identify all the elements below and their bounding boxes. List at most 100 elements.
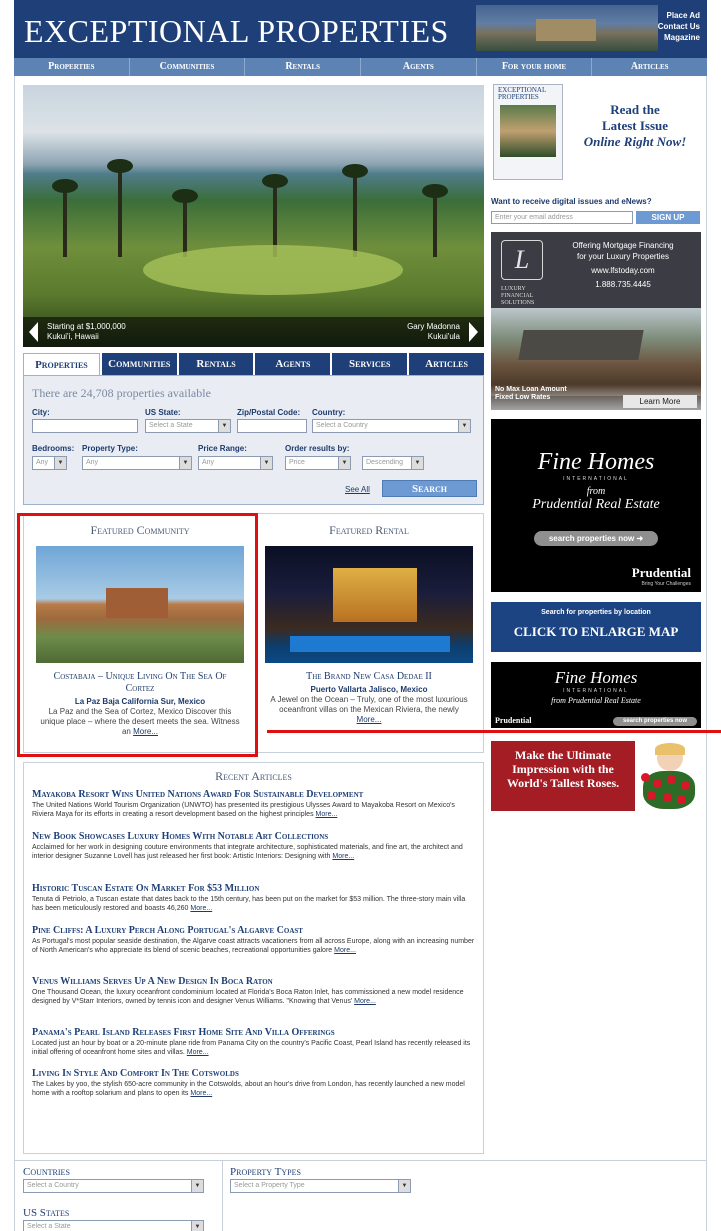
article-title[interactable]: New Book Showcases Luxury Homes With Not… [32, 831, 477, 843]
featured-rental-photo[interactable] [265, 546, 473, 663]
hero-community: Kukui'ula [427, 332, 460, 341]
fine-homes-title: Fine Homes [537, 449, 655, 475]
hair [655, 743, 685, 755]
us-states-select[interactable]: Select a State ▼ [23, 1220, 204, 1231]
tab-services[interactable]: Services [332, 353, 408, 375]
sign-up-button[interactable]: SIGN UP [636, 211, 700, 224]
magazine-link[interactable]: Magazine [658, 32, 700, 43]
article-title[interactable]: Venus Williams Serves Up A New Design In… [32, 976, 477, 988]
roses-image [637, 743, 695, 809]
more-link[interactable]: More... [354, 998, 376, 1005]
map-ad[interactable]: Search for properties by location CLICK … [491, 602, 701, 652]
more-link[interactable]: More... [190, 905, 212, 912]
article-title[interactable]: Pine Cliffs: A Luxury Perch Along Portug… [32, 925, 477, 937]
bedrooms-select[interactable]: Any ▼ [32, 456, 67, 470]
rose-icon [663, 793, 672, 802]
article-text: The Lakes by yoo, the stylish 650-acre c… [32, 1081, 465, 1097]
next-slide-arrow-icon[interactable] [469, 322, 478, 342]
featured-rental-description: A Jewel on the Ocean – Truly, one of the… [259, 695, 479, 725]
state-select[interactable]: Select a State ▼ [145, 419, 231, 433]
fine-homes-title: Fine Homes [554, 668, 638, 687]
article-summary: The United Nations World Tourism Organiz… [32, 801, 477, 819]
caption-line: Fixed Low Rates [495, 394, 551, 401]
palm-tree [342, 164, 368, 257]
tab-articles[interactable]: Articles [409, 353, 484, 375]
map-ad-subtitle: Search for properties by location [541, 609, 651, 616]
bedrooms-label: Bedrooms: [32, 444, 75, 453]
dropdown-arrow-icon: ▼ [54, 457, 66, 469]
search-properties-now-button[interactable]: search properties now [613, 717, 697, 726]
property-types-label: Property Types [230, 1166, 301, 1178]
zip-input[interactable] [237, 419, 307, 433]
tab-rentals[interactable]: Rentals [178, 353, 254, 375]
article-item: Living In Style And Comfort In The Cotsw… [32, 1068, 477, 1098]
featured-rental-heading: Featured Rental [329, 523, 409, 537]
property-type-select[interactable]: Any ▼ [82, 456, 192, 470]
tab-communities[interactable]: Communities [101, 353, 177, 375]
header-links: Place Ad Contact Us Magazine [658, 10, 700, 43]
price-range-select[interactable]: Any ▼ [198, 456, 273, 470]
roses-ad-text: Make the Ultimate Impression with the Wo… [491, 741, 635, 811]
magazine-promo[interactable]: Read the Latest Issue Online Right Now! [567, 102, 703, 150]
place-ad-link[interactable]: Place Ad [658, 10, 701, 21]
property-type-label: Property Type: [82, 444, 138, 453]
site-logo[interactable]: EXCEPTIONAL PROPERTIES [24, 13, 449, 50]
more-link[interactable]: More... [357, 715, 382, 724]
palm-tree [107, 159, 133, 257]
fine-homes-ad[interactable]: Fine Homes INTERNATIONAL from Prudential… [491, 419, 701, 592]
tab-properties[interactable]: Properties [23, 353, 100, 375]
hero-price: Starting at $1,000,000 [47, 322, 126, 331]
roses-ad[interactable]: Make the Ultimate Impression with the Wo… [491, 741, 701, 811]
email-input[interactable]: Enter your email address [491, 211, 633, 224]
nav-communities[interactable]: Communities [130, 58, 246, 76]
order-direction-select[interactable]: Descending ▼ [362, 456, 424, 470]
more-link[interactable]: More... [190, 1090, 212, 1097]
featured-rental-location: Puerto Vallarta Jalisco, Mexico [310, 685, 428, 694]
nav-properties[interactable]: Properties [14, 58, 130, 76]
fine-homes-ad-small[interactable]: Fine Homes INTERNATIONAL from Prudential… [491, 662, 701, 728]
country-select[interactable]: Select a Country ▼ [312, 419, 471, 433]
caption-line: No Max Loan Amount [495, 386, 567, 393]
see-all-link[interactable]: See All [345, 485, 370, 494]
article-title[interactable]: Historic Tuscan Estate On Market For $53… [32, 883, 477, 895]
city-input[interactable] [32, 419, 138, 433]
more-link[interactable]: More... [187, 1049, 209, 1056]
article-title[interactable]: Living In Style And Comfort In The Cotsw… [32, 1068, 477, 1080]
nav-agents[interactable]: Agents [361, 58, 477, 76]
dropdown-arrow-icon: ▼ [398, 1180, 410, 1192]
featured-rental-name[interactable]: The Brand New Casa Dedae II [259, 671, 479, 683]
hero-slideshow[interactable]: Starting at $1,000,000 Kukui'i, Hawaii G… [23, 85, 484, 347]
countries-select[interactable]: Select a Country ▼ [23, 1179, 204, 1193]
nav-for-your-home[interactable]: For your home [477, 58, 593, 76]
magazine-cover[interactable]: EXCEPTIONAL PROPERTIES [493, 84, 563, 180]
fine-homes-international: INTERNATIONAL [563, 476, 629, 482]
mortgage-ad[interactable]: L LUXURY FINANCIAL SOLUTIONS Offering Mo… [491, 232, 701, 410]
top-nav: Properties Communities Rentals Agents Fo… [14, 58, 707, 76]
contact-us-link[interactable]: Contact Us [658, 21, 700, 32]
more-link[interactable]: More... [316, 811, 338, 818]
highlight-box [17, 513, 258, 757]
order-by-select[interactable]: Price ▼ [285, 456, 351, 470]
learn-more-button[interactable]: Learn More [623, 395, 697, 408]
search-properties-now-button[interactable]: search properties now ➜ [534, 531, 658, 546]
article-item: Venus Williams Serves Up A New Design In… [32, 976, 477, 1006]
enlarge-map-button[interactable]: CLICK TO ENLARGE MAP [491, 624, 701, 640]
property-types-select[interactable]: Select a Property Type ▼ [230, 1179, 411, 1193]
nav-rentals[interactable]: Rentals [245, 58, 362, 76]
nav-articles[interactable]: Articles [592, 58, 707, 76]
previous-slide-arrow-icon[interactable] [29, 322, 38, 342]
palm-tree [422, 184, 448, 257]
order-direction-select-value: Descending [366, 459, 403, 466]
hero-agent: Gary Madonna [407, 322, 460, 331]
tab-agents[interactable]: Agents [255, 353, 331, 375]
search-button[interactable]: Search [382, 480, 477, 497]
rose-icon [647, 791, 656, 800]
prudential-tagline: Bring Your Challenges [641, 581, 691, 587]
article-title[interactable]: Mayakoba Resort Wins United Nations Awar… [32, 789, 477, 801]
price-range-label: Price Range: [198, 444, 247, 453]
dropdown-arrow-icon: ▼ [191, 1180, 203, 1192]
more-link[interactable]: More... [334, 947, 356, 954]
property-search-panel: There are 24,708 properties available Ci… [23, 375, 484, 505]
more-link[interactable]: More... [332, 853, 354, 860]
article-title[interactable]: Panama's Pearl Island Releases First Hom… [32, 1027, 477, 1039]
